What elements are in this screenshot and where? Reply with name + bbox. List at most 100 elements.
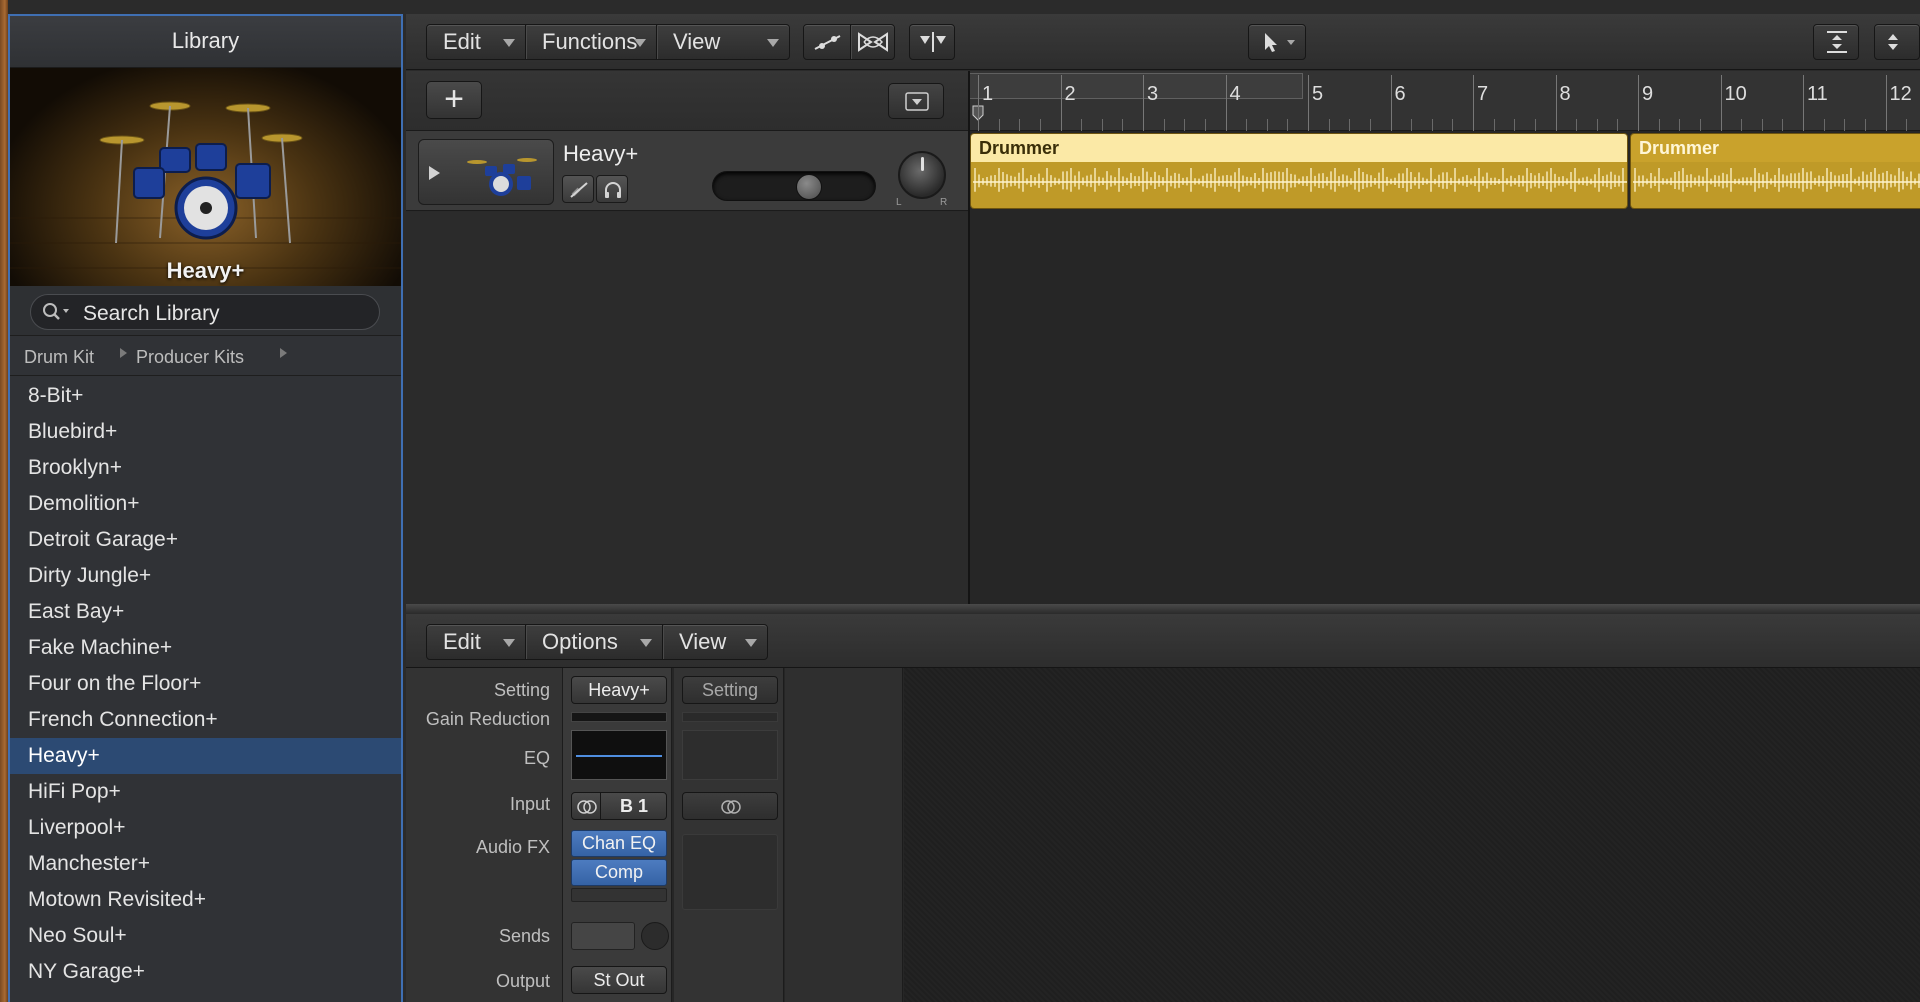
search-input[interactable]: Search Library (30, 294, 380, 330)
library-item[interactable]: HiFi Pop+ (10, 774, 401, 810)
editor-splitter[interactable] (406, 604, 1920, 614)
beat-tick (1679, 119, 1681, 131)
vertical-zoom-button[interactable] (1813, 24, 1859, 60)
beat-tick (1204, 119, 1206, 131)
library-item[interactable]: Motown Revisited+ (10, 882, 401, 918)
global-tracks-button[interactable] (888, 83, 944, 119)
functions-menu[interactable]: Functions (526, 25, 656, 59)
channel-strip-heavy: Heavy+ B 1 Chan EQ Comp St Out (562, 668, 672, 1002)
mixer-editor: Edit Options View Setting Gain Reduction… (406, 614, 1920, 1002)
chevron-down-icon (767, 39, 779, 47)
track-list-empty-area[interactable] (406, 212, 968, 604)
output-label: Output (495, 971, 550, 991)
beat-tick (1741, 119, 1743, 131)
beat-tick (998, 119, 1000, 131)
catch-button[interactable] (909, 24, 955, 60)
setting-button[interactable]: Heavy+ (571, 676, 667, 704)
headphones-button[interactable] (596, 175, 628, 203)
eq-display[interactable] (571, 730, 667, 780)
audio-fx-slot-comp[interactable]: Comp (571, 859, 667, 886)
editor-edit-menu[interactable]: Edit (427, 625, 525, 659)
audio-fx-empty-slot[interactable] (571, 888, 667, 902)
bar-line (1225, 75, 1227, 131)
plus-icon: + (444, 80, 464, 118)
add-track-button[interactable]: + (426, 81, 482, 119)
library-item[interactable]: Brooklyn+ (10, 450, 401, 486)
audio-fx-slot-chan-eq[interactable]: Chan EQ (571, 830, 667, 857)
track-name[interactable]: Heavy+ (563, 141, 638, 167)
setting-button[interactable]: Setting (682, 676, 778, 704)
mute-button[interactable] (562, 175, 594, 203)
library-item[interactable]: Dirty Jungle+ (10, 558, 401, 594)
view-menu-label: View (673, 29, 721, 54)
track-icon-button[interactable] (418, 139, 554, 205)
vertical-zoom-icon (1827, 31, 1847, 53)
tool-menu[interactable] (1248, 24, 1306, 60)
library-item[interactable]: East Bay+ (10, 594, 401, 630)
audio-fx-empty-slot[interactable] (682, 834, 778, 910)
volume-slider-handle[interactable] (796, 174, 822, 200)
bar-line (1555, 75, 1557, 131)
volume-slider[interactable] (712, 171, 876, 201)
chevron-right-icon (120, 348, 127, 358)
library-item[interactable]: Manchester+ (10, 846, 401, 882)
editor-view-menu[interactable]: View (663, 625, 767, 659)
beat-tick (1122, 119, 1124, 131)
library-item[interactable]: Detroit Garage+ (10, 522, 401, 558)
flex-icon[interactable] (856, 30, 890, 54)
library-item[interactable]: Fake Machine+ (10, 630, 401, 666)
drummer-region[interactable]: Drummer (970, 133, 1628, 209)
breadcrumb-drum-kit[interactable]: Drum Kit (24, 347, 94, 368)
editor-toolbar: Edit Options View (406, 614, 1920, 668)
tracks-toolbar: Edit Functions View (406, 14, 1920, 70)
region-name: Drummer (971, 134, 1627, 162)
search-icon[interactable] (41, 301, 71, 323)
beat-tick (1514, 119, 1516, 131)
pan-right-label: R (940, 197, 948, 208)
bar-line (1638, 75, 1639, 131)
input-slot[interactable]: B 1 (571, 792, 667, 820)
stereo-link-icon (721, 800, 741, 814)
arrange-area[interactable]: Drummer Drummer (970, 131, 1920, 604)
library-item[interactable]: Demolition+ (10, 486, 401, 522)
eq-display[interactable] (682, 730, 778, 780)
horizontal-zoom-button[interactable] (1874, 24, 1920, 60)
library-item[interactable]: French Connection+ (10, 702, 401, 738)
functions-menu-label: Functions (542, 29, 638, 54)
play-icon[interactable] (429, 166, 440, 180)
bar-number: 6 (1394, 83, 1406, 105)
bar-number: 11 (1807, 83, 1828, 105)
chevron-down-icon (503, 639, 515, 647)
bar-line (1885, 75, 1887, 131)
library-item[interactable]: Liverpool+ (10, 810, 401, 846)
bar-line (1803, 75, 1804, 131)
beat-tick (1411, 119, 1413, 131)
breadcrumb-producer-kits[interactable]: Producer Kits (136, 347, 244, 368)
beat-tick (1493, 119, 1495, 131)
chevron-down-icon (634, 39, 646, 47)
drummer-region[interactable]: Drummer (1630, 133, 1920, 209)
input-slot[interactable] (682, 792, 778, 820)
editor-options-menu[interactable]: Options (526, 625, 662, 659)
output-button[interactable]: St Out (571, 966, 667, 994)
track-header-bar: + (406, 71, 968, 131)
library-item[interactable]: Heavy+ (10, 738, 401, 774)
library-item[interactable]: Four on the Floor+ (10, 666, 401, 702)
bar-number: 12 (1889, 83, 1912, 105)
view-menu[interactable]: View (657, 25, 789, 59)
track-header-heavy[interactable]: Heavy+ L R (406, 131, 968, 211)
send-slot[interactable] (571, 922, 635, 950)
library-item[interactable]: Bluebird+ (10, 414, 401, 450)
preview-patch-name: Heavy+ (166, 258, 245, 283)
bar-ruler[interactable]: 1 2 3 4 5 6 7 8 9 10 11 12 (970, 71, 1920, 131)
library-item[interactable]: 8-Bit+ (10, 378, 401, 414)
library-item[interactable]: NY Garage+ (10, 954, 401, 990)
library-item[interactable]: Neo Soul+ (10, 918, 401, 954)
edit-menu[interactable]: Edit (427, 25, 525, 59)
send-level-knob[interactable] (641, 922, 669, 950)
automation-icon[interactable] (812, 31, 844, 53)
editor-options-label: Options (542, 629, 618, 654)
horizontal-zoom-icon (1888, 34, 1898, 50)
pan-knob[interactable] (898, 151, 946, 199)
tracks-area: Edit Functions View + 1 2 3 4 5 6 7 8 9 … (406, 14, 1920, 604)
